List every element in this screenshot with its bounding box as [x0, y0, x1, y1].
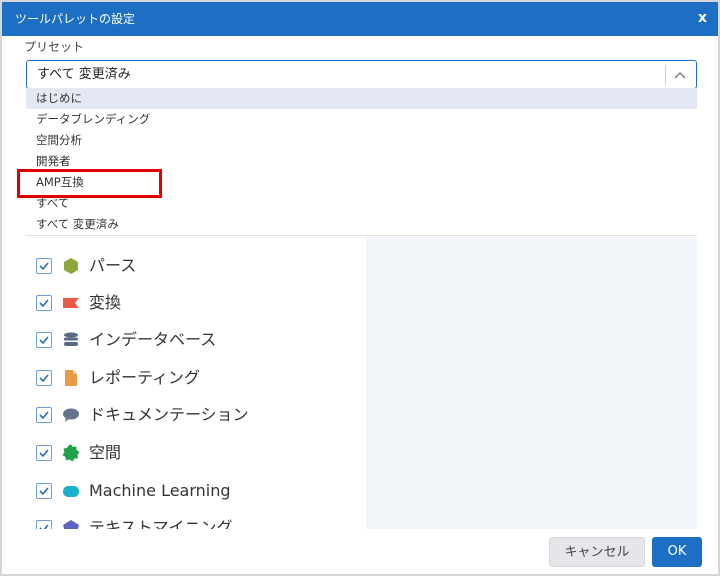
category-checkbox[interactable] — [36, 520, 52, 529]
preset-option-developer[interactable]: 開発者 — [26, 151, 697, 172]
category-label: テキストマイニング — [89, 518, 233, 529]
chevron-up-icon[interactable] — [672, 67, 688, 83]
preset-option-spatial-analysis[interactable]: 空間分析 — [26, 130, 697, 151]
tool-palette-settings-dialog: ツールパレットの設定 x プリセット すべて 変更済み はじめに データブレンデ… — [0, 0, 720, 576]
preset-dropdown-list: はじめに データブレンディング 空間分析 開発者 AMP互換 すべて すべて 変… — [26, 88, 697, 234]
category-checkbox[interactable] — [36, 483, 52, 499]
category-row-parse[interactable]: パース — [34, 254, 364, 278]
category-row-documentation[interactable]: ドキュメンテーション — [34, 403, 364, 427]
database-icon — [64, 332, 78, 346]
category-label: レポーティング — [89, 368, 201, 387]
preview-panel — [366, 237, 697, 529]
category-row-in-database[interactable]: インデータベース — [34, 328, 364, 352]
section-divider — [26, 235, 697, 236]
preset-option-getting-started[interactable]: はじめに — [26, 88, 697, 109]
category-row-transform[interactable]: 変換 — [34, 291, 364, 315]
category-row-machine-learning[interactable]: Machine Learning — [34, 479, 364, 503]
preset-option-amp-compatible[interactable]: AMP互換 — [26, 172, 697, 193]
category-checkbox[interactable] — [36, 332, 52, 348]
category-checkbox[interactable] — [36, 295, 52, 311]
preset-select[interactable]: すべて 変更済み — [26, 60, 697, 89]
category-label: ドキュメンテーション — [89, 405, 249, 424]
document-icon — [65, 370, 77, 386]
cloud-icon — [63, 486, 79, 497]
category-label: インデータベース — [89, 330, 217, 349]
close-icon[interactable]: x — [698, 9, 707, 27]
speech-bubble-icon — [63, 408, 79, 422]
flag-icon — [63, 298, 79, 308]
category-row-reporting[interactable]: レポーティング — [34, 366, 364, 390]
pentagon-icon — [63, 520, 79, 529]
hexagon-icon — [64, 258, 78, 274]
dialog-title: ツールパレットの設定 — [15, 12, 136, 26]
cancel-button[interactable]: キャンセル — [549, 537, 645, 567]
category-checkbox[interactable] — [36, 258, 52, 274]
category-list: パース 変換 インデータベース レポーティング ドキュメンテーション 空間 Ma… — [26, 238, 366, 529]
category-row-spatial[interactable]: 空間 — [34, 441, 364, 465]
category-row-text-mining[interactable]: テキストマイニング — [34, 516, 364, 529]
category-label: 空間 — [89, 443, 122, 462]
dialog-titlebar: ツールパレットの設定 x — [2, 2, 718, 36]
category-checkbox[interactable] — [36, 445, 52, 461]
category-label: パース — [89, 256, 137, 275]
preset-option-all[interactable]: すべて — [26, 193, 697, 214]
category-label: Machine Learning — [89, 481, 231, 500]
category-checkbox[interactable] — [36, 370, 52, 386]
preset-label: プリセット — [24, 40, 85, 54]
category-label: 変換 — [89, 293, 122, 312]
preset-option-data-blending[interactable]: データブレンディング — [26, 109, 697, 130]
category-checkbox[interactable] — [36, 407, 52, 423]
ok-button[interactable]: OK — [652, 537, 702, 567]
preset-selected-value: すべて 変更済み — [37, 67, 131, 82]
select-divider — [665, 65, 666, 85]
preset-option-all-modified[interactable]: すべて 変更済み — [26, 214, 697, 235]
badge-icon — [62, 444, 80, 462]
